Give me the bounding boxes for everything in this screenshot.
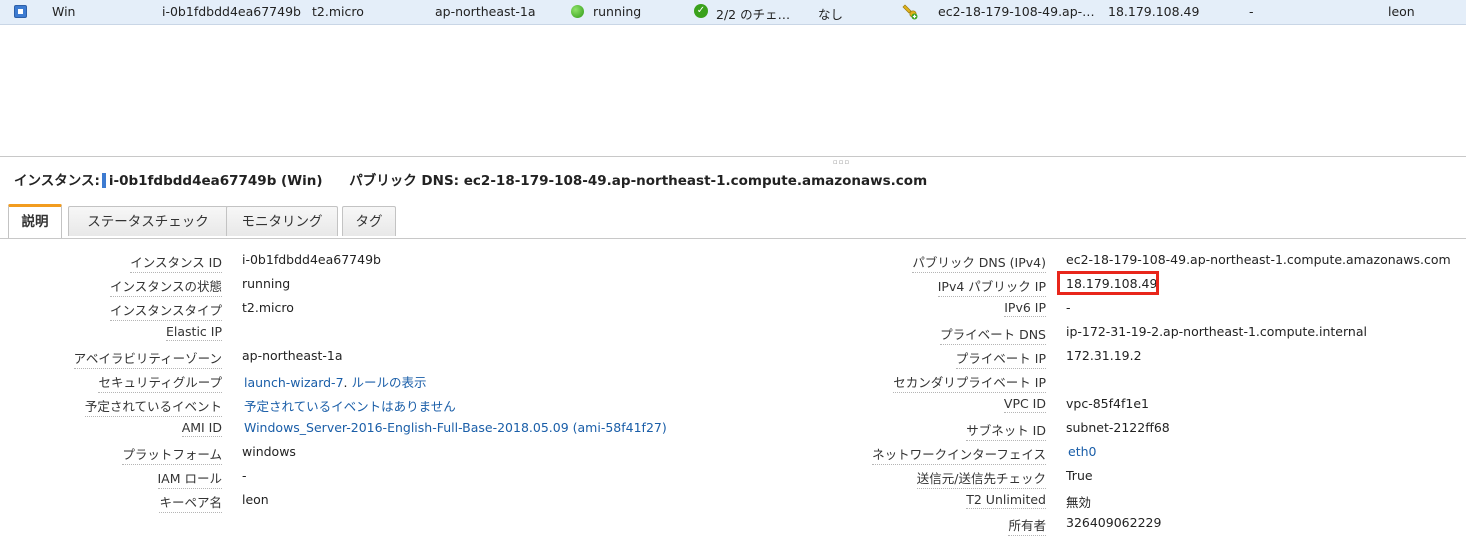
label-vpc-id: VPC ID — [1003, 396, 1046, 413]
value-vpc-id: vpc-85f4f1e1 — [1066, 396, 1149, 411]
summary-dns-value: ec2-18-179-108-49.ap-northeast-1.compute… — [463, 173, 928, 189]
security-group-link[interactable]: launch-wizard-7 — [244, 375, 344, 390]
value-public-dns: ec2-18-179-108-49.ap-northeast-1.compute… — [1066, 252, 1451, 267]
value-scheduled-events[interactable]: 予定されているイベントはありません — [244, 396, 456, 415]
check-passed-icon: ✓ — [694, 4, 708, 18]
instance-state: running — [593, 4, 642, 19]
value-subnet-id: subnet-2122ff68 — [1066, 420, 1170, 435]
value-ami-id[interactable]: Windows_Server-2016-English-Full-Base-20… — [244, 420, 667, 435]
label-iam-role: IAM ロール — [157, 468, 222, 489]
alarm-status: なし — [818, 7, 844, 22]
summary-instance-label: インスタンス: — [14, 173, 100, 189]
label-public-dns: パブリック DNS (IPv4) — [912, 252, 1046, 273]
label-subnet-id: サブネット ID — [966, 420, 1046, 441]
value-ipv6-ip: - — [1066, 300, 1071, 315]
label-instance-type: インスタンスタイプ — [109, 300, 222, 321]
label-security-group: セキュリティグループ — [98, 372, 222, 393]
label-owner: 所有者 — [1008, 515, 1046, 536]
value-instance-id: i-0b1fdbdd4ea67749b — [242, 252, 381, 267]
public-dns-short: ec2-18-179-108-49.ap-… — [938, 4, 1095, 19]
public-ip: 18.179.108.49 — [1108, 4, 1200, 19]
label-instance-id: インスタンス ID — [130, 252, 222, 273]
label-secondary-private-ip: セカンダリプライベート IP — [893, 372, 1046, 393]
label-ami-id: AMI ID — [181, 420, 222, 437]
value-platform: windows — [242, 444, 296, 459]
value-instance-type: t2.micro — [242, 300, 294, 315]
status-checks: 2/2 のチェ… — [716, 7, 791, 22]
label-t2-unlimited: T2 Unlimited — [966, 492, 1046, 509]
value-iam-role: - — [242, 468, 247, 483]
key-name: leon — [1388, 4, 1415, 19]
label-instance-state: インスタンスの状態 — [109, 276, 222, 297]
summary-instance-value: i-0b1fdbdd4ea67749b (Win) — [108, 173, 323, 189]
ip-highlight-box — [1057, 271, 1159, 295]
label-ipv6-ip: IPv6 IP — [1004, 300, 1046, 317]
tab-description[interactable]: 説明 — [8, 204, 62, 238]
label-private-dns: プライベート DNS — [940, 324, 1046, 345]
label-platform: プラットフォーム — [122, 444, 222, 465]
value-t2-unlimited: 無効 — [1066, 495, 1092, 510]
label-private-ip: プライベート IP — [955, 348, 1046, 369]
value-owner: 326409062229 — [1066, 515, 1162, 530]
value-private-ip: 172.31.19.2 — [1066, 348, 1142, 363]
label-key-pair: キーペア名 — [159, 492, 222, 513]
instance-id: i-0b1fdbdd4ea67749b — [162, 4, 301, 19]
view-rules-link[interactable]: ルールの表示 — [351, 375, 426, 390]
instance-type: t2.micro — [312, 4, 364, 19]
running-status-icon — [571, 5, 584, 18]
value-network-interface[interactable]: eth0 — [1068, 444, 1096, 459]
value-security-group: launch-wizard-7. ルールの表示 — [244, 372, 427, 391]
label-network-interface: ネットワークインターフェイス — [872, 444, 1046, 465]
instance-color-bar — [101, 173, 106, 188]
summary-dns-label: パブリック DNS: — [349, 173, 460, 189]
label-ipv4-public-ip: IPv4 パブリック IP — [937, 276, 1046, 297]
value-private-dns: ip-172-31-19-2.ap-northeast-1.compute.in… — [1066, 324, 1367, 339]
value-key-pair: leon — [242, 492, 269, 507]
label-scheduled-events: 予定されているイベント — [84, 396, 222, 417]
instance-row[interactable]: Win i-0b1fdbdd4ea67749b t2.micro ap-nort… — [0, 0, 1466, 25]
resize-grip-icon[interactable]: ▫▫▫ — [833, 158, 850, 166]
tab-status-checks[interactable]: ステータスチェック — [68, 206, 228, 236]
tab-underline — [0, 238, 1466, 239]
checkbox-checked-icon[interactable] — [14, 5, 27, 18]
key-add-icon[interactable] — [902, 3, 918, 20]
label-elastic-ip: Elastic IP — [166, 324, 222, 341]
ipv6-ip: - — [1249, 4, 1254, 19]
instance-name: Win — [52, 4, 76, 19]
value-instance-state: running — [242, 276, 291, 291]
label-availability-zone: アベイラビリティーゾーン — [73, 348, 222, 369]
value-source-dest-check: True — [1066, 468, 1093, 483]
value-availability-zone: ap-northeast-1a — [242, 348, 343, 363]
label-source-dest-check: 送信元/送信先チェック — [916, 468, 1046, 489]
tab-monitoring[interactable]: モニタリング — [226, 206, 338, 236]
tab-tags[interactable]: タグ — [342, 206, 396, 236]
availability-zone: ap-northeast-1a — [435, 4, 536, 19]
panel-divider[interactable] — [0, 156, 1466, 157]
instance-summary: インスタンス: i-0b1fdbdd4ea67749b (Win) パブリック D… — [14, 169, 927, 189]
